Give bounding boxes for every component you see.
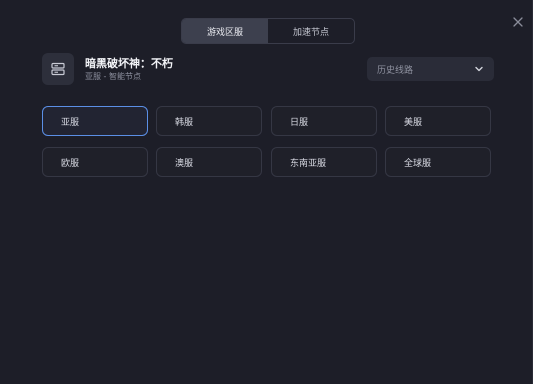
region-europe[interactable]: 欧服 [42,147,148,177]
tab-accel-node[interactable]: 加速节点 [268,19,354,43]
region-us[interactable]: 美服 [385,106,491,136]
history-route-label: 历史线路 [377,65,414,76]
region-japan[interactable]: 日服 [271,106,377,136]
tab-group: 游戏区服 加速节点 [181,18,355,44]
game-title: 暗黑破坏神：不朽 [85,57,173,70]
region-global[interactable]: 全球服 [385,147,491,177]
region-southeast-asia[interactable]: 东南亚服 [271,147,377,177]
region-asia[interactable]: 亚服 [42,106,148,136]
history-route-dropdown[interactable]: 历史线路 [367,57,494,81]
server-icon [51,62,65,76]
game-region-node: 亚服 - 智能节点 [85,72,141,81]
chevron-down-icon [475,66,483,72]
game-icon [42,53,74,85]
tab-game-region[interactable]: 游戏区服 [182,19,268,43]
close-icon[interactable] [511,15,525,29]
region-korea[interactable]: 韩服 [156,106,262,136]
region-australia[interactable]: 澳服 [156,147,262,177]
region-select-dialog: 游戏区服 加速节点 暗黑破坏神：不朽 亚服 - 智能节点 历史线路 亚服 韩服 … [0,0,533,384]
